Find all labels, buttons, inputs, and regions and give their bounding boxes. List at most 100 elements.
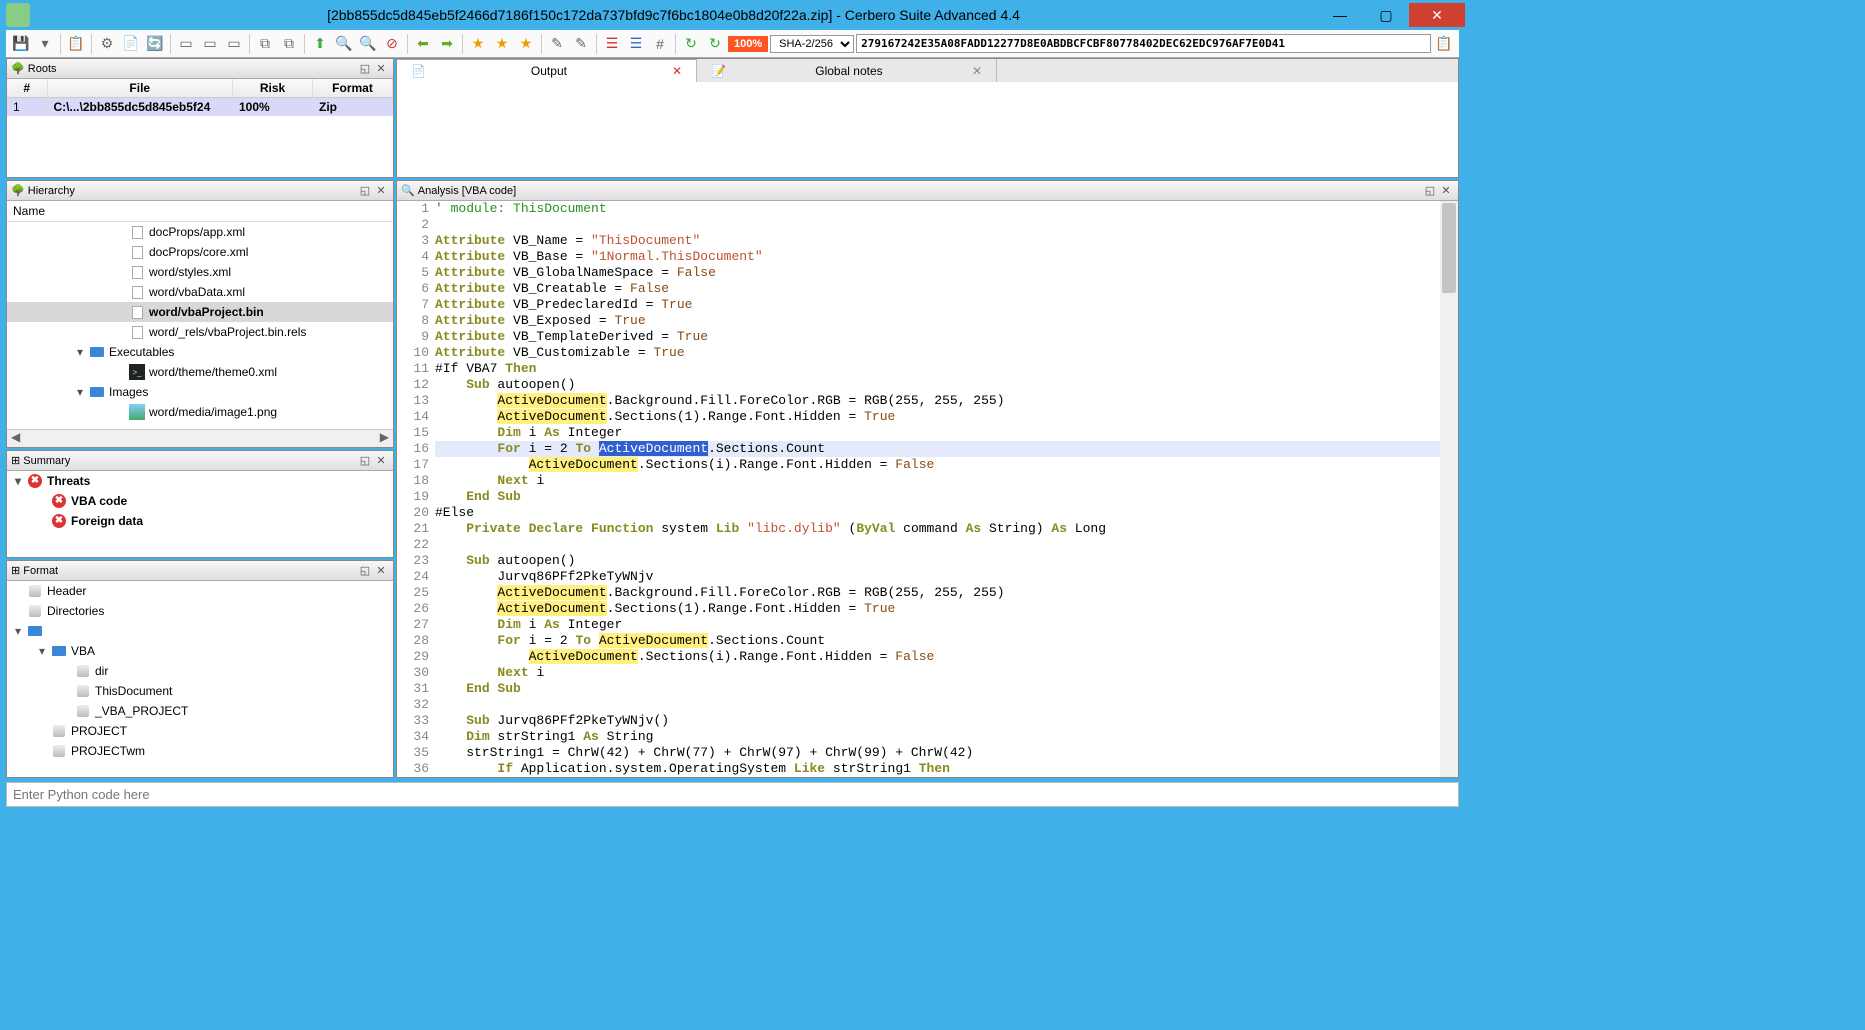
code-line[interactable]: Attribute VB_Base = "1Normal.ThisDocumen…: [435, 249, 1440, 265]
tree-item[interactable]: PROJECT: [7, 721, 393, 741]
tree-item[interactable]: word/_rels/vbaProject.bin.rels: [7, 322, 393, 342]
code-line[interactable]: Sub autoopen(): [435, 553, 1440, 569]
undock-icon[interactable]: ◱: [357, 62, 373, 75]
tree-item[interactable]: word/vbaData.xml: [7, 282, 393, 302]
code-line[interactable]: [435, 537, 1440, 553]
save-icon[interactable]: 💾: [10, 33, 32, 55]
undock-icon[interactable]: ◱: [357, 564, 373, 577]
code-line[interactable]: Dim i As Integer: [435, 425, 1440, 441]
wand2-icon[interactable]: ✎: [570, 33, 592, 55]
hash-value-field[interactable]: [856, 34, 1431, 53]
stop-icon[interactable]: ⊘: [381, 33, 403, 55]
tree-item[interactable]: ▾Images: [7, 382, 393, 402]
add-doc-icon[interactable]: 📄: [120, 33, 142, 55]
code-line[interactable]: #If VBA7 Then: [435, 361, 1440, 377]
code-line[interactable]: ActiveDocument.Sections(i).Range.Font.Hi…: [435, 457, 1440, 473]
tree-item[interactable]: _VBA_PROJECT: [7, 701, 393, 721]
code-body[interactable]: ' module: ThisDocumentAttribute VB_Name …: [435, 201, 1440, 777]
close-panel-icon[interactable]: ✕: [373, 184, 389, 197]
code-line[interactable]: ' module: ThisDocument: [435, 201, 1440, 217]
code-line[interactable]: ActiveDocument.Sections(1).Range.Font.Hi…: [435, 601, 1440, 617]
code-line[interactable]: For i = 2 To ActiveDocument.Sections.Cou…: [435, 633, 1440, 649]
star1-icon[interactable]: ★: [467, 33, 489, 55]
close-icon[interactable]: ✕: [972, 64, 982, 78]
undock-icon[interactable]: ◱: [357, 454, 373, 467]
forward-icon[interactable]: ➡: [436, 33, 458, 55]
code-line[interactable]: #Else: [435, 505, 1440, 521]
gear-icon[interactable]: ⚙: [96, 33, 118, 55]
tree-item[interactable]: word/media/image1.png: [7, 402, 393, 422]
pane2-icon[interactable]: ▭: [199, 33, 221, 55]
bars2-icon[interactable]: ☰: [625, 33, 647, 55]
vscroll[interactable]: [1440, 201, 1458, 777]
bars1-icon[interactable]: ☰: [601, 33, 623, 55]
tree-item[interactable]: ThisDocument: [7, 681, 393, 701]
pane-icon[interactable]: ▭: [175, 33, 197, 55]
paste-icon[interactable]: 📋: [65, 33, 87, 55]
code-line[interactable]: Sub Jurvq86PFf2PkeTyWNjv(): [435, 713, 1440, 729]
code-line[interactable]: Attribute VB_Customizable = True: [435, 345, 1440, 361]
tree-item[interactable]: ✖VBA code: [7, 491, 393, 511]
tree-item[interactable]: ✖Foreign data: [7, 511, 393, 531]
undock-icon[interactable]: ◱: [1422, 184, 1438, 197]
code-line[interactable]: Sub autoopen(): [435, 377, 1440, 393]
maximize-button[interactable]: ▢: [1363, 3, 1409, 27]
tab-output[interactable]: 📄Output✕: [397, 59, 697, 82]
code-line[interactable]: Attribute VB_Creatable = False: [435, 281, 1440, 297]
refresh-icon[interactable]: 🔄: [144, 33, 166, 55]
roots-row[interactable]: 1C:\...\2bb855dc5d845eb5f24100%Zip: [7, 98, 393, 117]
summary-tree[interactable]: ▾✖Threats✖VBA code✖Foreign data: [7, 471, 393, 531]
close-panel-icon[interactable]: ✕: [373, 564, 389, 577]
tree-item[interactable]: Directories: [7, 601, 393, 621]
hierarchy-tree[interactable]: docProps/app.xmldocProps/core.xmlword/st…: [7, 222, 393, 429]
tree-item[interactable]: ▾: [7, 621, 393, 641]
tree-item[interactable]: word/styles.xml: [7, 262, 393, 282]
code-line[interactable]: If Application.system.OperatingSystem Li…: [435, 761, 1440, 777]
tree-item[interactable]: >_word/theme/theme0.xml: [7, 362, 393, 382]
tree-item[interactable]: PROJECTwm: [7, 741, 393, 761]
code-line[interactable]: Attribute VB_PredeclaredId = True: [435, 297, 1440, 313]
wand-icon[interactable]: ✎: [546, 33, 568, 55]
code-line[interactable]: Jurvq86PFf2PkeTyWNjv: [435, 569, 1440, 585]
back-icon[interactable]: ⬅: [412, 33, 434, 55]
code-line[interactable]: [435, 217, 1440, 233]
up-icon[interactable]: ⬆: [309, 33, 331, 55]
code-line[interactable]: Next i: [435, 473, 1440, 489]
close-button[interactable]: ✕: [1409, 3, 1465, 27]
reload-icon[interactable]: ↻: [680, 33, 702, 55]
copy-hash-icon[interactable]: 📋: [1433, 33, 1455, 55]
code-line[interactable]: End Sub: [435, 681, 1440, 697]
hash-icon[interactable]: #: [649, 33, 671, 55]
code-line[interactable]: Attribute VB_GlobalNameSpace = False: [435, 265, 1440, 281]
dropdown-icon[interactable]: ▾: [34, 33, 56, 55]
code-line[interactable]: ActiveDocument.Background.Fill.ForeColor…: [435, 393, 1440, 409]
code-line[interactable]: ActiveDocument.Background.Fill.ForeColor…: [435, 585, 1440, 601]
pane3-icon[interactable]: ▭: [223, 33, 245, 55]
tree-item[interactable]: dir: [7, 661, 393, 681]
close-panel-icon[interactable]: ✕: [373, 454, 389, 467]
close-icon[interactable]: ✕: [672, 64, 682, 78]
tree-item[interactable]: docProps/core.xml: [7, 242, 393, 262]
reload2-icon[interactable]: ↻: [704, 33, 726, 55]
code-line[interactable]: Dim strString1 As String: [435, 729, 1440, 745]
zoom-icon[interactable]: 🔍: [333, 33, 355, 55]
tree-item[interactable]: Header: [7, 581, 393, 601]
code-line[interactable]: End Sub: [435, 489, 1440, 505]
roots-table[interactable]: #FileRiskFormat 1C:\...\2bb855dc5d845eb5…: [7, 79, 393, 116]
code-line[interactable]: strString1 = ChrW(42) + ChrW(77) + ChrW(…: [435, 745, 1440, 761]
code-line[interactable]: ActiveDocument.Sections(1).Range.Font.Hi…: [435, 409, 1440, 425]
format-tree[interactable]: HeaderDirectories▾▾VBAdirThisDocument_VB…: [7, 581, 393, 761]
code-line[interactable]: For i = 2 To ActiveDocument.Sections.Cou…: [435, 441, 1440, 457]
star2-icon[interactable]: ★: [491, 33, 513, 55]
code-line[interactable]: Next i: [435, 665, 1440, 681]
tree-item[interactable]: docProps/app.xml: [7, 222, 393, 242]
tree-item[interactable]: ▾Executables: [7, 342, 393, 362]
hscroll[interactable]: ◀▶: [7, 429, 393, 447]
minimize-button[interactable]: —: [1317, 3, 1363, 27]
code-line[interactable]: Attribute VB_Exposed = True: [435, 313, 1440, 329]
python-input[interactable]: [6, 782, 1459, 807]
tab-global-notes[interactable]: 📝Global notes✕: [697, 59, 997, 82]
tree-item[interactable]: ▾✖Threats: [7, 471, 393, 491]
output-body[interactable]: [397, 82, 1458, 177]
tree-item[interactable]: word/vbaProject.bin: [7, 302, 393, 322]
